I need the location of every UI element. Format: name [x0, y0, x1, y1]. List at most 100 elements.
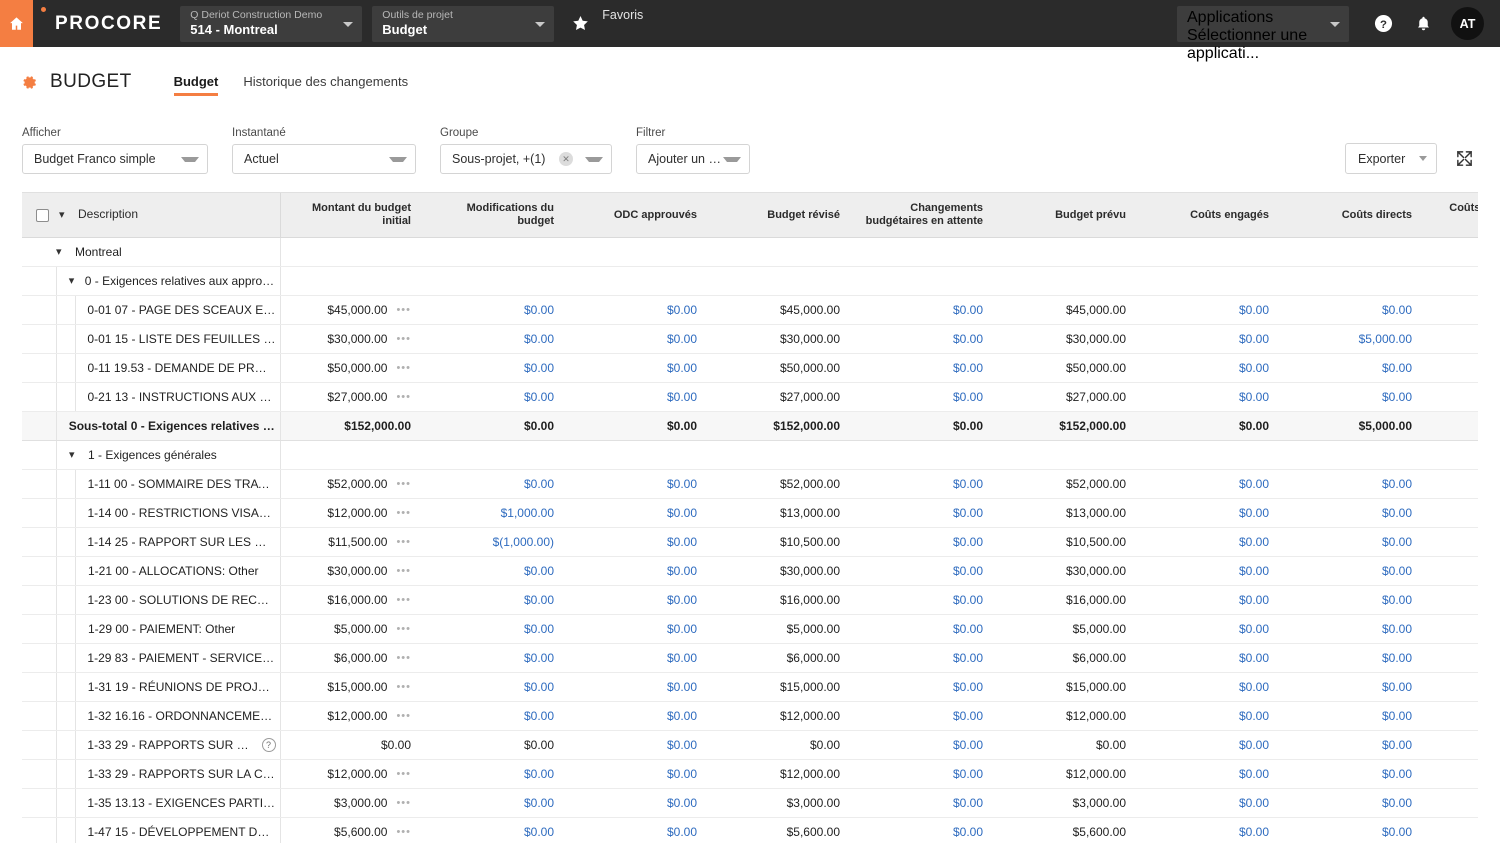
cell-modifications-du-budget[interactable]: $0.00	[423, 672, 566, 702]
row-more-options-icon[interactable]: •••	[396, 333, 411, 345]
help-icon[interactable]: ?	[261, 738, 276, 752]
home-icon[interactable]	[0, 0, 33, 47]
row-more-options-icon[interactable]: •••	[396, 362, 411, 374]
table-row[interactable]: 1-29 00 - PAIEMENT: Other $5,000.00 ••• $0.…	[22, 614, 1478, 644]
row-more-options-icon[interactable]: •••	[396, 594, 411, 606]
cell-couts-engages[interactable]: $0.00	[1138, 556, 1281, 586]
tab-budget[interactable]: Budget	[173, 74, 218, 96]
row-description-cell[interactable]: 0-01 15 - LISTE DES FEUILLES DE PLAN: La…	[22, 324, 281, 354]
table-row[interactable]: 1-31 19 - RÉUNIONS DE PROJET: Other $15,0…	[22, 672, 1478, 702]
row-more-options-icon[interactable]: •••	[396, 710, 411, 722]
cell-odc-approuves[interactable]: $0.00	[566, 527, 709, 557]
table-row[interactable]: 0-21 13 - INSTRUCTIONS AUX SOUMISSION...…	[22, 382, 1478, 412]
cell-changements-budgetaires-en-attente[interactable]: $0.00	[852, 759, 995, 789]
cell-couts-engages[interactable]: $0.00	[1138, 324, 1281, 354]
cell-changements-budgetaires-en-attente[interactable]: $0.00	[852, 585, 995, 615]
chevron-down-icon[interactable]: ▾	[69, 275, 78, 287]
chevron-down-icon[interactable]: ▾	[56, 246, 68, 258]
clear-groupe-icon[interactable]: ✕	[559, 152, 573, 166]
row-description-cell[interactable]: 0-21 13 - INSTRUCTIONS AUX SOUMISSION...	[22, 382, 281, 412]
row-more-options-icon[interactable]: •••	[396, 478, 411, 490]
cell-couts-directs[interactable]: $0.00	[1281, 614, 1424, 644]
table-row[interactable]: 1-33 29 - RAPPORTS SUR LA CONCEPTI...? $0…	[22, 730, 1478, 760]
cell-modifications-du-budget[interactable]: $0.00	[423, 585, 566, 615]
cell-couts-engages[interactable]: $0.00	[1138, 382, 1281, 412]
cell-couts-engages[interactable]: $0.00	[1138, 498, 1281, 528]
cell-modifications-du-budget[interactable]: $0.00	[423, 701, 566, 731]
cell-odc-approuves[interactable]: $0.00	[566, 701, 709, 731]
cell-couts-directs[interactable]: $0.00	[1281, 672, 1424, 702]
cell-changements-budgetaires-en-attente[interactable]: $0.00	[852, 643, 995, 673]
cell-modifications-du-budget[interactable]: $0.00	[423, 324, 566, 354]
column-header-couts-du-projet-a-ce-jour[interactable]: Coûts du projet à ce jour	[1424, 193, 1478, 238]
cell-couts-directs[interactable]: $0.00	[1281, 295, 1424, 325]
row-more-options-icon[interactable]: •••	[396, 391, 411, 403]
cell-odc-approuves[interactable]: $0.00	[566, 643, 709, 673]
cell-couts-engages[interactable]: $0.00	[1138, 527, 1281, 557]
avatar[interactable]: AT	[1451, 7, 1484, 40]
project-tool-selector[interactable]: Outils de projet Budget	[372, 5, 555, 42]
table-subtotal-row[interactable]: Sous-total 0 - Exigences relatives aux a…	[22, 411, 1478, 441]
cell-odc-approuves[interactable]: $0.00	[566, 672, 709, 702]
row-description-cell[interactable]: 1-14 00 - RESTRICTIONS VISANT LES TRAVA.…	[22, 498, 281, 528]
table-group-row[interactable]: ▾ Montreal	[22, 237, 1478, 267]
column-header-description[interactable]: ▾ Description	[22, 193, 281, 238]
column-header-changements-budgetaires-en-attente[interactable]: Changements budgétaires en attente	[852, 193, 995, 238]
help-icon[interactable]: ?	[1370, 11, 1396, 37]
cell-modifications-du-budget[interactable]: $0.00	[423, 382, 566, 412]
cell-couts-directs[interactable]: $0.00	[1281, 382, 1424, 412]
row-more-options-icon[interactable]: •••	[396, 797, 411, 809]
select-all-checkbox[interactable]	[36, 208, 49, 222]
cell-changements-budgetaires-en-attente[interactable]: $0.00	[852, 614, 995, 644]
cell-couts-directs[interactable]: $5,000.00	[1281, 324, 1424, 354]
row-more-options-icon[interactable]: •••	[396, 565, 411, 577]
cell-couts-engages[interactable]: $0.00	[1138, 672, 1281, 702]
cell-modifications-du-budget[interactable]: $0.00	[423, 817, 566, 843]
cell-odc-approuves[interactable]: $0.00	[566, 469, 709, 499]
row-description-cell[interactable]: 1-35 13.13 - EXIGENCES PARTICULIÈRES PO.…	[22, 788, 281, 818]
gear-icon[interactable]	[21, 74, 38, 91]
chevron-down-icon[interactable]: ▾	[69, 449, 81, 461]
cell-changements-budgetaires-en-attente[interactable]: $0.00	[852, 730, 995, 760]
column-header-odc-approuves[interactable]: ODC approuvés	[566, 193, 709, 238]
row-description-cell[interactable]: 1-29 00 - PAIEMENT: Other	[22, 614, 281, 644]
cell-modifications-du-budget[interactable]: $0.00	[423, 788, 566, 818]
cell-odc-approuves[interactable]: $0.00	[566, 353, 709, 383]
cell-couts-directs[interactable]: $0.00	[1281, 643, 1424, 673]
row-more-options-icon[interactable]: •••	[396, 681, 411, 693]
cell-couts-directs[interactable]: $0.00	[1281, 353, 1424, 383]
cell-odc-approuves[interactable]: $0.00	[566, 817, 709, 843]
procore-logo[interactable]: PROCORE	[33, 0, 180, 47]
cell-odc-approuves[interactable]: $0.00	[566, 614, 709, 644]
cell-changements-budgetaires-en-attente[interactable]: $0.00	[852, 556, 995, 586]
table-row[interactable]: 0-01 07 - PAGE DES SCEAUX ET DES SIGNAT.…	[22, 295, 1478, 325]
cell-odc-approuves[interactable]: $0.00	[566, 556, 709, 586]
cell-modifications-du-budget[interactable]: $0.00	[423, 469, 566, 499]
cell-changements-budgetaires-en-attente[interactable]: $0.00	[852, 498, 995, 528]
row-more-options-icon[interactable]: •••	[396, 826, 411, 838]
cell-changements-budgetaires-en-attente[interactable]: $0.00	[852, 672, 995, 702]
cell-couts-engages[interactable]: $0.00	[1138, 730, 1281, 760]
cell-couts-engages[interactable]: $0.00	[1138, 614, 1281, 644]
row-description-cell[interactable]: 0-11 19.53 - DEMANDE DE PROPOSITION - ..…	[22, 353, 281, 383]
cell-couts-directs[interactable]: $0.00	[1281, 701, 1424, 731]
cell-changements-budgetaires-en-attente[interactable]: $0.00	[852, 817, 995, 843]
instantane-select[interactable]: Actuel	[232, 144, 416, 174]
cell-couts-engages[interactable]: $0.00	[1138, 788, 1281, 818]
cell-changements-budgetaires-en-attente[interactable]: $0.00	[852, 469, 995, 499]
table-row[interactable]: 0-11 19.53 - DEMANDE DE PROPOSITION - ..…	[22, 353, 1478, 383]
cell-changements-budgetaires-en-attente[interactable]: $0.00	[852, 295, 995, 325]
column-header-budget-prevu[interactable]: Budget prévu	[995, 193, 1138, 238]
cell-couts-engages[interactable]: $0.00	[1138, 295, 1281, 325]
row-description-cell[interactable]: ▾ 0 - Exigences relatives aux approvision…	[22, 266, 281, 296]
tab-historique-des-changements[interactable]: Historique des changements	[243, 74, 408, 95]
table-row[interactable]: 1-33 29 - RAPPORTS SUR LA CONCEPTION ...…	[22, 759, 1478, 789]
cell-odc-approuves[interactable]: $0.00	[566, 585, 709, 615]
cell-odc-approuves[interactable]: $0.00	[566, 730, 709, 760]
row-description-cell[interactable]: 1-21 00 - ALLOCATIONS: Other	[22, 556, 281, 586]
notification-bell-icon[interactable]	[1410, 11, 1436, 37]
cell-changements-budgetaires-en-attente[interactable]: $0.00	[852, 353, 995, 383]
row-more-options-icon[interactable]: •••	[396, 507, 411, 519]
row-description-cell[interactable]: 0-01 07 - PAGE DES SCEAUX ET DES SIGNAT.…	[22, 295, 281, 325]
cell-odc-approuves[interactable]: $0.00	[566, 498, 709, 528]
